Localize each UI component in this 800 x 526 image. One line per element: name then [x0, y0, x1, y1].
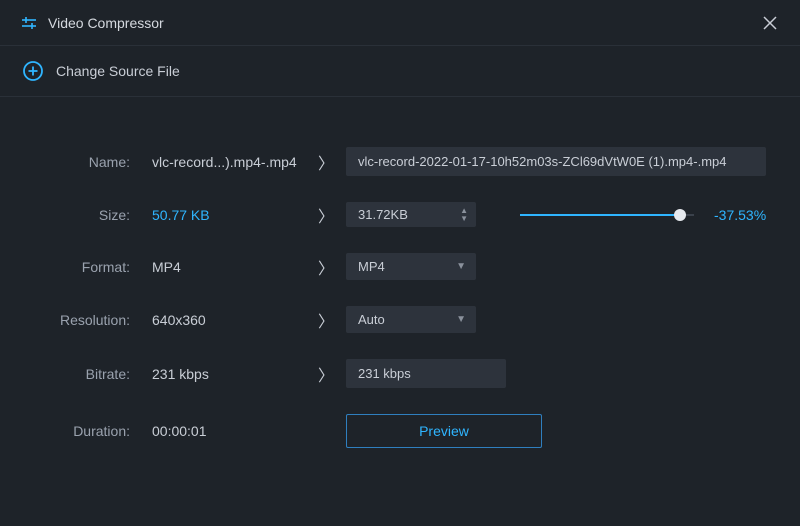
- row-resolution: Resolution: 640x360 〉 Auto ▼: [28, 306, 772, 333]
- label-size: Size:: [28, 207, 134, 223]
- chevron-down-icon: ▼: [456, 314, 466, 325]
- label-format: Format:: [28, 259, 134, 275]
- target-size-value: 31.72KB: [358, 207, 408, 222]
- preview-button[interactable]: Preview: [346, 414, 542, 448]
- arrow-icon: 〉: [306, 362, 346, 386]
- arrow-icon: 〉: [306, 150, 346, 174]
- chevron-down-icon: ▼: [456, 261, 466, 272]
- window-title: Video Compressor: [48, 15, 164, 31]
- label-duration: Duration:: [28, 423, 134, 439]
- close-button[interactable]: [760, 13, 780, 33]
- format-select[interactable]: MP4 ▼: [346, 253, 476, 280]
- source-duration: 00:00:01: [134, 423, 306, 439]
- titlebar: Video Compressor: [0, 0, 800, 46]
- label-bitrate: Bitrate:: [28, 366, 134, 382]
- compressor-icon: [20, 14, 38, 32]
- target-name-field[interactable]: vlc-record-2022-01-17-10h52m03s-ZCl69dVt…: [346, 147, 766, 176]
- target-size-stepper[interactable]: 31.72KB ▲ ▼: [346, 202, 476, 227]
- add-icon: [22, 60, 44, 82]
- arrow-icon: 〉: [306, 203, 346, 227]
- compression-percent: -37.53%: [714, 207, 772, 223]
- source-name: vlc-record...).mp4-.mp4: [134, 154, 306, 170]
- change-source-label: Change Source File: [56, 63, 180, 79]
- stepper-down-icon[interactable]: ▼: [460, 215, 468, 222]
- row-bitrate: Bitrate: 231 kbps 〉 231 kbps: [28, 359, 772, 388]
- resolution-select[interactable]: Auto ▼: [346, 306, 476, 333]
- arrow-icon: 〉: [306, 255, 346, 279]
- titlebar-left: Video Compressor: [20, 14, 164, 32]
- arrow-icon: 〉: [306, 308, 346, 332]
- source-resolution: 640x360: [134, 312, 306, 328]
- slider-fill: [520, 214, 680, 216]
- target-bitrate-field[interactable]: 231 kbps: [346, 359, 506, 388]
- stepper-up-icon[interactable]: ▲: [460, 207, 468, 214]
- label-resolution: Resolution:: [28, 312, 134, 328]
- format-selected: MP4: [358, 259, 385, 274]
- row-name: Name: vlc-record...).mp4-.mp4 〉 vlc-reco…: [28, 147, 772, 176]
- row-size: Size: 50.77 KB 〉 31.72KB ▲ ▼ -37.53%: [28, 202, 772, 227]
- slider-thumb[interactable]: [674, 209, 686, 221]
- size-slider-wrap: -37.53%: [520, 207, 772, 223]
- stepper-arrows: ▲ ▼: [460, 207, 468, 222]
- row-format: Format: MP4 〉 MP4 ▼: [28, 253, 772, 280]
- settings-form: Name: vlc-record...).mp4-.mp4 〉 vlc-reco…: [0, 97, 800, 468]
- source-bitrate: 231 kbps: [134, 366, 306, 382]
- label-name: Name:: [28, 154, 134, 170]
- size-slider[interactable]: [520, 214, 694, 216]
- change-source-file[interactable]: Change Source File: [0, 46, 800, 97]
- resolution-selected: Auto: [358, 312, 385, 327]
- row-duration: Duration: 00:00:01 Preview: [28, 414, 772, 448]
- source-format: MP4: [134, 259, 306, 275]
- source-size: 50.77 KB: [134, 207, 306, 223]
